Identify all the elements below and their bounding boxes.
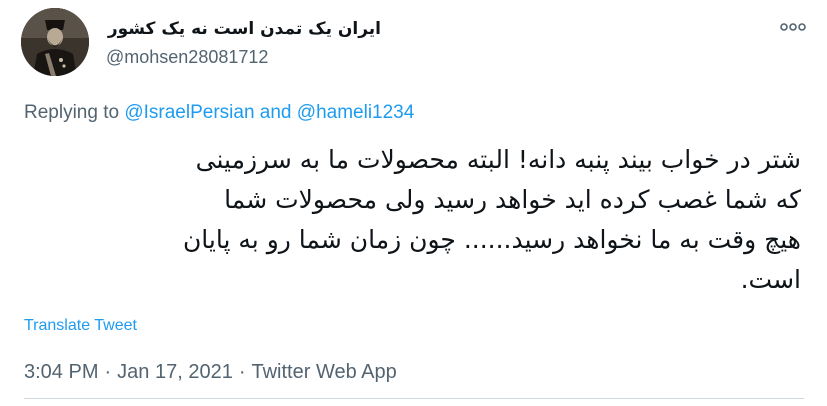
tweet-body: شتر در خواب بیند پنبه دانه! البته محصولا… — [24, 140, 801, 300]
reply-conjunction[interactable]: and — [260, 102, 292, 123]
author-handle[interactable]: @mohsen28081712 — [106, 46, 268, 68]
tweet-meta: 3:04 PM · Jan 17, 2021 · Twitter Web App — [24, 360, 397, 384]
tweet-detail: ایران یک تمدن است نه یک کشور @mohsen2808… — [0, 0, 827, 406]
divider — [24, 398, 804, 399]
tweet-body-line: هیچ وقت به ما نخواهد رسید...... چون زمان… — [182, 225, 801, 254]
tweet-body-line: شتر در خواب بیند پنبه دانه! البته محصولا… — [195, 145, 801, 174]
tweet-date[interactable]: Jan 17, 2021 — [117, 361, 233, 383]
tweet-time[interactable]: 3:04 PM — [24, 361, 98, 383]
more-dots-icon[interactable] — [779, 16, 807, 38]
author-avatar[interactable] — [21, 8, 89, 76]
mention-link-hameli1234[interactable]: @hameli1234 — [297, 102, 415, 123]
tweet-source[interactable]: Twitter Web App — [251, 361, 396, 383]
meta-separator: · — [104, 361, 112, 383]
reply-prefix: Replying to — [24, 102, 120, 123]
translate-tweet-link[interactable]: Translate Tweet — [24, 316, 137, 336]
tweet-body-line: که شما غصب کرده اید خواهد رسید ولی محصول… — [224, 185, 801, 214]
portrait-avatar-icon — [21, 8, 89, 76]
reply-context: Replying to @IsraelPersian and @hameli12… — [24, 101, 414, 125]
mention-link-israelpersian[interactable]: @IsraelPersian — [124, 102, 254, 123]
tweet-body-line: است. — [740, 265, 801, 294]
author-display-name[interactable]: ایران یک تمدن است نه یک کشور — [106, 18, 381, 40]
meta-separator: · — [238, 361, 246, 383]
